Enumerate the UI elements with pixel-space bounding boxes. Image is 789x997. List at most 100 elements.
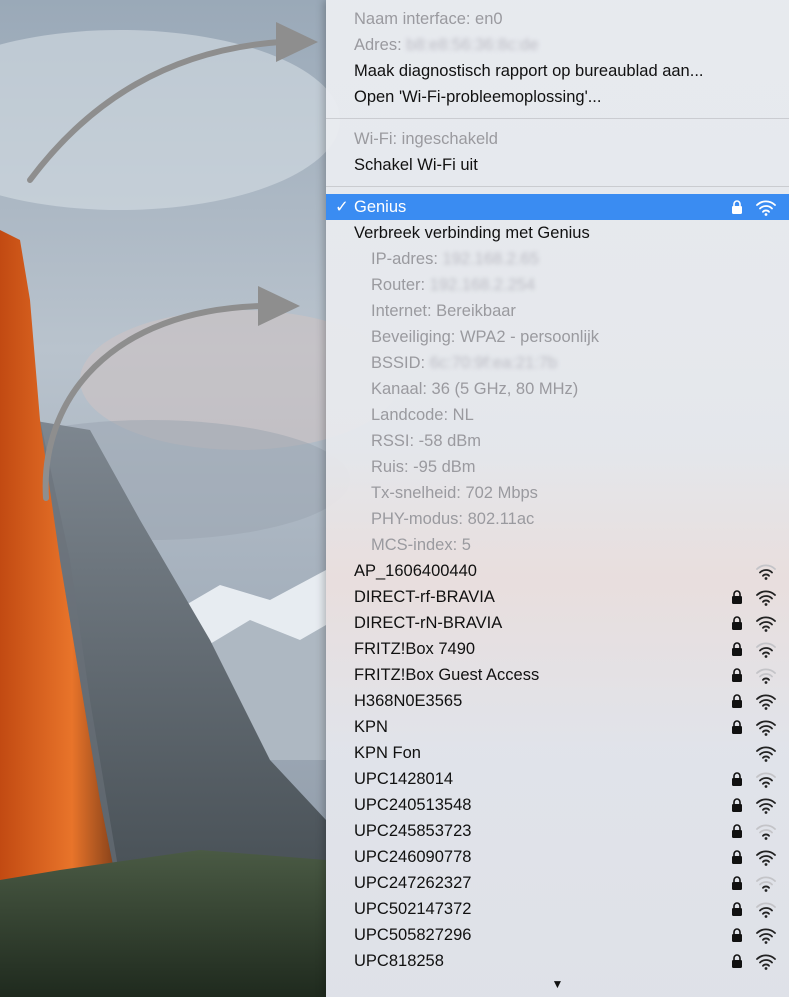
detail-label: Tx-snelheid: 702 Mbps xyxy=(371,484,538,502)
network-name: UPC502147372 xyxy=(354,900,472,918)
wifi-signal-icon xyxy=(756,564,776,580)
network-detail-row: Ruis: -95 dBm xyxy=(326,454,789,480)
wifi-signal-icon xyxy=(756,668,776,684)
network-item[interactable]: DIRECT-rf-BRAVIA xyxy=(326,584,789,610)
detail-label: Ruis: -95 dBm xyxy=(371,458,476,476)
network-item[interactable]: UPC818258 xyxy=(326,948,789,974)
network-name: UPC818258 xyxy=(354,952,444,970)
network-name: UPC247262327 xyxy=(354,874,472,892)
network-item[interactable]: AP_1606400440 xyxy=(326,558,789,584)
network-name: UPC505827296 xyxy=(354,926,472,944)
network-item[interactable]: UPC505827296 xyxy=(326,922,789,948)
wifi-menu: Naam interface: en0 Adres: b8:e8:56:36:8… xyxy=(326,0,789,997)
network-detail-row: PHY-modus: 802.11ac xyxy=(326,506,789,532)
network-details: IP-adres: 192.168.2.65 Router: 192.168.2.… xyxy=(326,246,789,558)
wifi-status: Wi-Fi: ingeschakeld xyxy=(354,130,498,148)
lock-icon xyxy=(732,642,742,656)
interface-name: Naam interface: en0 xyxy=(354,10,503,28)
open-wifi-diagnostics-item[interactable]: Open 'Wi-Fi-probleemoplossing'... xyxy=(326,84,789,110)
network-name: DIRECT-rN-BRAVIA xyxy=(354,614,503,632)
lock-icon xyxy=(732,954,742,968)
network-detail-row: Tx-snelheid: 702 Mbps xyxy=(326,480,789,506)
network-name: UPC240513548 xyxy=(354,796,472,814)
network-detail-row: BSSID: 6c:70:9f:ea:21:7b xyxy=(326,350,789,376)
wifi-signal-icon xyxy=(756,928,776,944)
network-item[interactable]: UPC247262327 xyxy=(326,870,789,896)
network-name: FRITZ!Box Guest Access xyxy=(354,666,540,684)
checkmark-icon: ✓ xyxy=(335,198,349,216)
address-label: Adres: xyxy=(354,36,402,54)
lock-icon xyxy=(732,876,742,890)
wifi-signal-icon xyxy=(756,616,776,632)
network-item[interactable]: UPC1428014 xyxy=(326,766,789,792)
network-name: UPC245853723 xyxy=(354,822,472,840)
network-name: FRITZ!Box 7490 xyxy=(354,640,476,658)
network-item[interactable]: UPC502147372 xyxy=(326,896,789,922)
lock-icon xyxy=(732,616,742,630)
detail-label: PHY-modus: 802.11ac xyxy=(371,510,535,528)
wifi-signal-icon xyxy=(756,694,776,710)
network-name: DIRECT-rf-BRAVIA xyxy=(354,588,495,606)
network-name: H368N0E3565 xyxy=(354,692,463,710)
detail-label: BSSID: xyxy=(371,354,426,372)
wifi-signal-icon xyxy=(756,850,776,866)
network-item[interactable]: FRITZ!Box 7490 xyxy=(326,636,789,662)
wifi-signal-icon xyxy=(756,954,776,970)
wifi-signal-icon xyxy=(756,824,776,840)
address-row: Adres: b8:e8:56:36:8c:de xyxy=(326,32,789,58)
network-item[interactable]: KPN xyxy=(326,714,789,740)
wifi-signal-icon xyxy=(756,798,776,814)
lock-icon xyxy=(732,720,742,734)
detail-label: Beveiliging: WPA2 - persoonlijk xyxy=(371,328,600,346)
turn-wifi-off-item[interactable]: Schakel Wi-Fi uit xyxy=(326,152,789,178)
network-name: UPC246090778 xyxy=(354,848,472,866)
network-detail-row: Kanaal: 36 (5 GHz, 80 MHz) xyxy=(326,376,789,402)
address-value: b8:e8:56:36:8c:de xyxy=(406,36,539,54)
lock-icon xyxy=(732,668,742,682)
lock-icon xyxy=(732,200,742,214)
network-item[interactable]: H368N0E3565 xyxy=(326,688,789,714)
lock-icon xyxy=(732,772,742,786)
wifi-signal-icon xyxy=(756,876,776,892)
network-detail-row: RSSI: -58 dBm xyxy=(326,428,789,454)
wifi-signal-icon xyxy=(756,772,776,788)
network-item-current[interactable]: ✓ Genius xyxy=(326,194,789,220)
detail-label: Landcode: NL xyxy=(371,406,474,424)
network-name: AP_1606400440 xyxy=(354,562,477,580)
network-detail-row: MCS-index: 5 xyxy=(326,532,789,558)
detail-label: Router: xyxy=(371,276,426,294)
network-item[interactable]: KPN Fon xyxy=(326,740,789,766)
network-detail-row: Internet: Bereikbaar xyxy=(326,298,789,324)
detail-label: Kanaal: 36 (5 GHz, 80 MHz) xyxy=(371,380,579,398)
network-name: Genius xyxy=(354,198,407,216)
network-detail-row: Landcode: NL xyxy=(326,402,789,428)
lock-icon xyxy=(732,902,742,916)
detail-label: IP-adres: xyxy=(371,250,438,268)
scroll-down-arrow-icon[interactable]: ▼ xyxy=(326,977,789,993)
wifi-signal-icon xyxy=(756,902,776,918)
create-diagnostics-report-item[interactable]: Maak diagnostisch rapport op bureaublad … xyxy=(326,58,789,84)
lock-icon xyxy=(732,824,742,838)
disconnect-item[interactable]: Verbreek verbinding met Genius xyxy=(326,220,789,246)
detail-value: 192.168.2.65 xyxy=(442,250,539,268)
lock-icon xyxy=(732,928,742,942)
lock-icon xyxy=(732,694,742,708)
wifi-signal-icon xyxy=(756,720,776,736)
detail-value: 192.168.2.254 xyxy=(429,276,536,294)
network-item[interactable]: UPC240513548 xyxy=(326,792,789,818)
detail-label: Internet: Bereikbaar xyxy=(371,302,516,320)
network-detail-row: IP-adres: 192.168.2.65 xyxy=(326,246,789,272)
wifi-signal-icon xyxy=(756,642,776,658)
network-item[interactable]: UPC245853723 xyxy=(326,818,789,844)
network-item[interactable]: UPC246090778 xyxy=(326,844,789,870)
detail-label: RSSI: -58 dBm xyxy=(371,432,482,450)
lock-icon xyxy=(732,850,742,864)
detail-value: 6c:70:9f:ea:21:7b xyxy=(429,354,558,372)
network-item[interactable]: FRITZ!Box Guest Access xyxy=(326,662,789,688)
network-list: AP_1606400440 DIRECT-rf-BRAVIA DIRECT-rN-B… xyxy=(326,558,789,974)
network-detail-row: Beveiliging: WPA2 - persoonlijk xyxy=(326,324,789,350)
lock-icon xyxy=(732,798,742,812)
network-item[interactable]: DIRECT-rN-BRAVIA xyxy=(326,610,789,636)
network-name: KPN xyxy=(354,718,388,736)
network-name: KPN Fon xyxy=(354,744,421,762)
